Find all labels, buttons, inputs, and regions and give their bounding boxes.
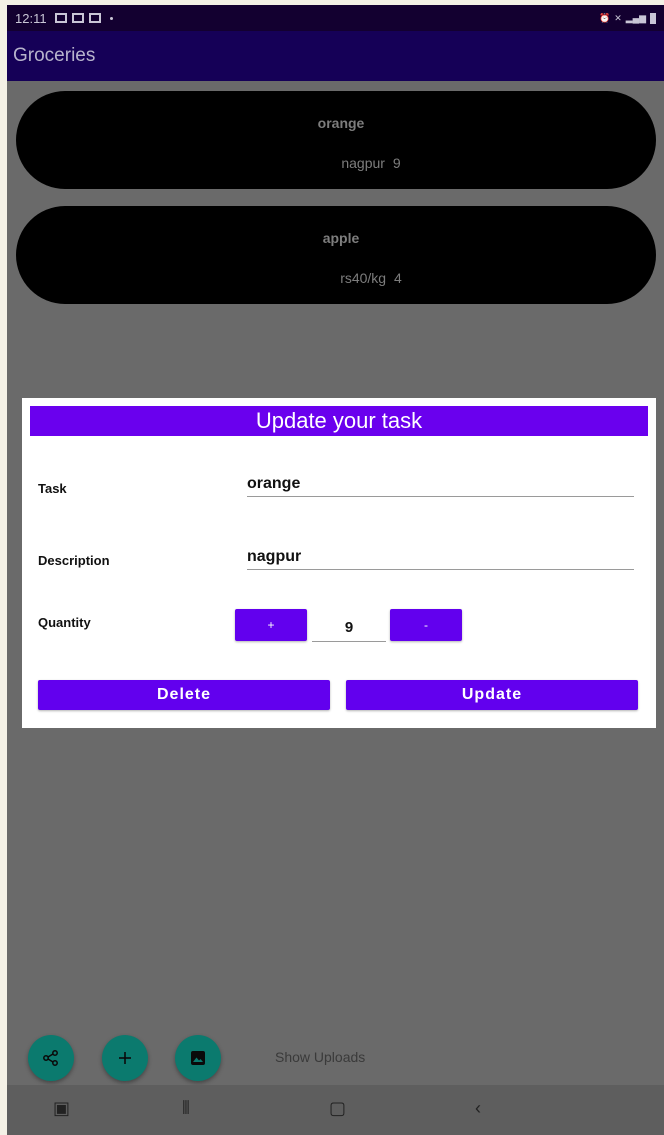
dialog-title: Update your task [30, 406, 648, 436]
item-name: orange [317, 115, 365, 131]
image-icon [191, 1051, 205, 1065]
app-bar: Groceries [7, 31, 664, 81]
update-task-dialog: Update your task Task orange Description… [22, 398, 656, 728]
show-uploads-link[interactable]: Show Uploads [275, 1049, 365, 1065]
item-meta: nagpur 9 [16, 155, 656, 171]
more-notifications-icon [109, 16, 113, 20]
item-quantity: 4 [394, 270, 402, 286]
status-time: 12:11 [15, 10, 47, 26]
assistant-icon[interactable]: ▣ [53, 1098, 70, 1119]
add-item-button[interactable] [102, 1035, 148, 1081]
item-name: apple [322, 230, 360, 246]
share-button[interactable] [28, 1035, 74, 1081]
alarm-icon: ⏰ [599, 12, 611, 23]
gallery-button[interactable] [175, 1035, 221, 1081]
share-icon [43, 1050, 58, 1066]
gallery-notification-icon [54, 13, 67, 23]
status-icons: ⏰ ✕ ▂▄▆ [599, 12, 656, 24]
home-icon[interactable]: ▢ [329, 1098, 346, 1119]
item-description: rs40/kg [340, 270, 387, 286]
task-label: Task [38, 481, 67, 496]
recent-apps-icon[interactable]: ⦀ [182, 1098, 190, 1119]
delete-button[interactable]: Delete [38, 680, 330, 710]
quantity-input[interactable]: 9 [312, 614, 386, 642]
task-input[interactable]: orange [247, 471, 634, 497]
decrement-button[interactable]: - [390, 609, 462, 641]
update-button[interactable]: Update [346, 680, 638, 710]
signal-icon: ▂▄▆ [625, 12, 646, 23]
screen-notification-icon [71, 13, 84, 23]
item-description: nagpur [341, 155, 385, 171]
item-meta: rs40/kg 4 [16, 270, 656, 286]
quantity-label: Quantity [38, 615, 91, 630]
status-bar: 12:11 ⏰ ✕ ▂▄▆ [7, 5, 664, 31]
list-item[interactable]: orange nagpur 9 [16, 91, 656, 189]
item-quantity: 9 [392, 155, 401, 171]
app-title: Groceries [13, 45, 96, 66]
video-notification-icon [88, 13, 101, 23]
back-icon[interactable]: ‹ [475, 1098, 481, 1119]
mute-icon: ✕ [614, 12, 622, 23]
description-input[interactable]: nagpur [247, 544, 634, 570]
system-nav-bar: ▣ ⦀ ▢ ‹ [7, 1085, 664, 1135]
list-item[interactable]: apple rs40/kg 4 [16, 206, 656, 304]
battery-icon [650, 12, 656, 24]
increment-button[interactable]: + [235, 609, 307, 641]
phone-screen: 12:11 ⏰ ✕ ▂▄▆ Groceries orange nagpur 9 … [7, 5, 664, 1135]
description-label: Description [38, 553, 110, 568]
plus-icon [119, 1052, 131, 1064]
